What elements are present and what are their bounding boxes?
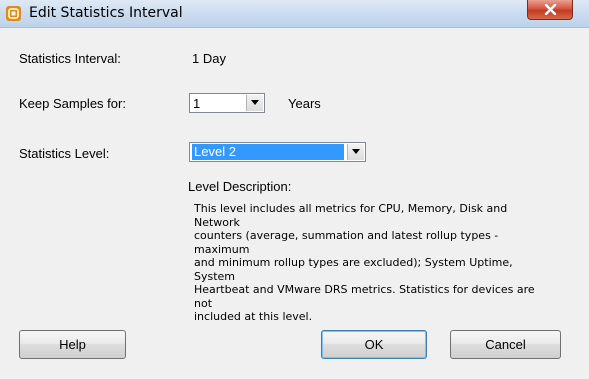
keep-samples-value: 1: [193, 96, 201, 111]
title-bar[interactable]: Edit Statistics Interval: [0, 0, 589, 28]
statistics-level-dropdown[interactable]: Level 2: [189, 142, 366, 162]
description-line: This level includes all metrics for CPU,…: [194, 202, 508, 229]
chevron-down-icon: [352, 149, 360, 154]
description-line: counters (average, summation and latest …: [194, 229, 499, 256]
description-line: included at this level.: [194, 310, 313, 323]
cancel-button[interactable]: Cancel: [450, 330, 561, 359]
close-button[interactable]: [527, 0, 573, 20]
description-line: and minimum rollup types are excluded); …: [194, 256, 513, 283]
statistics-level-value: Level 2: [192, 144, 344, 160]
vsphere-logo-icon: [5, 5, 22, 22]
statistics-interval-label: Statistics Interval:: [19, 51, 121, 66]
window-title: Edit Statistics Interval: [29, 5, 183, 21]
help-button[interactable]: Help: [19, 330, 126, 359]
dialog-body: Statistics Interval: 1 Day Keep Samples …: [8, 29, 583, 371]
statistics-level-label: Statistics Level:: [19, 146, 110, 161]
keep-samples-dropdown[interactable]: 1: [189, 93, 265, 113]
keep-samples-unit: Years: [288, 96, 321, 111]
statistics-interval-value: 1 Day: [192, 51, 226, 66]
keep-samples-label: Keep Samples for:: [19, 96, 126, 111]
close-icon: [544, 4, 557, 15]
chevron-down-icon: [251, 100, 259, 105]
level-description-label: Level Description:: [188, 179, 292, 194]
level-description-text: This level includes all metrics for CPU,…: [194, 202, 539, 324]
ok-button[interactable]: OK: [321, 330, 427, 359]
keep-samples-dropdown-button[interactable]: [246, 95, 263, 111]
statistics-level-dropdown-button[interactable]: [347, 144, 364, 160]
description-line: Heartbeat and VMware DRS metrics. Statis…: [194, 283, 535, 310]
